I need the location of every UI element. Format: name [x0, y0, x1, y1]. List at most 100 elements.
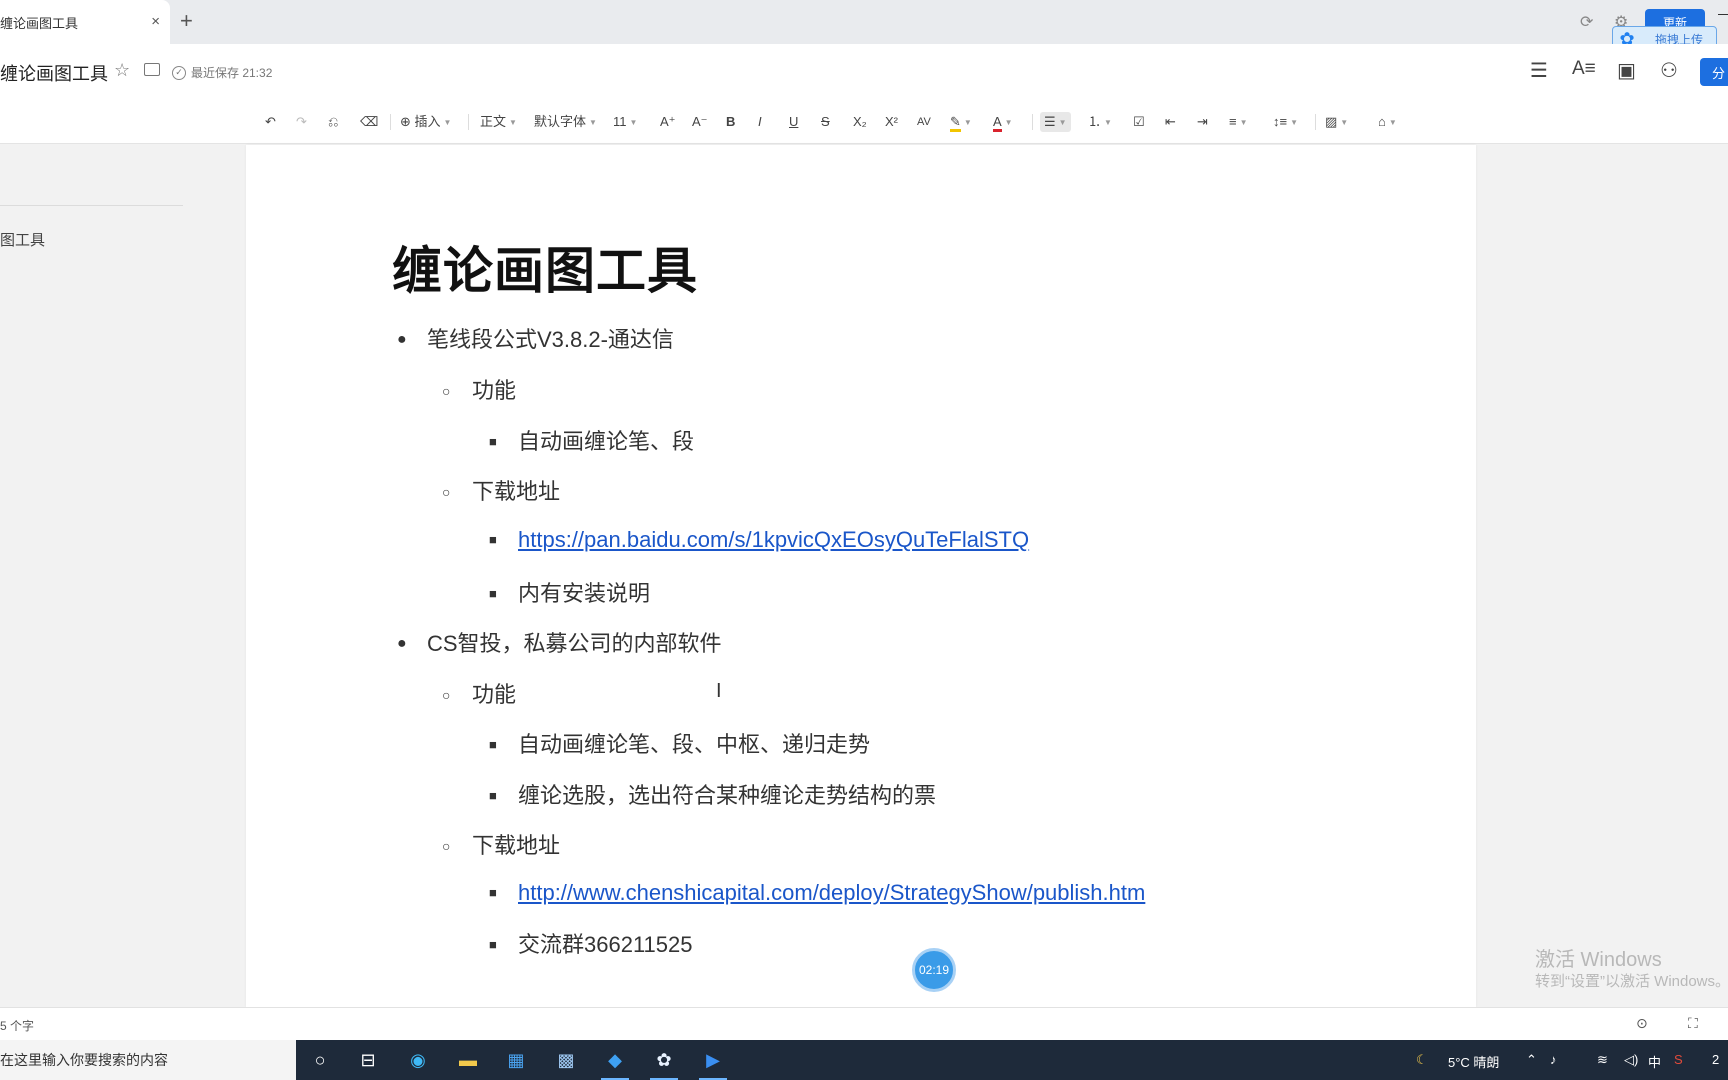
increase-font-icon[interactable]: A⁺	[660, 112, 676, 132]
list-item[interactable]: ■ 自动画缠论笔、段、中枢、递归走势	[489, 730, 871, 760]
subscript-button[interactable]: X₂	[853, 112, 867, 132]
bold-button[interactable]: B	[726, 112, 735, 132]
font-size-select[interactable]: 11 ▼	[613, 112, 637, 132]
list-item[interactable]: ● 笔线段公式V3.8.2-通达信	[397, 325, 674, 355]
list-item[interactable]: ○ 功能	[442, 680, 516, 710]
paragraph-style-label: 正文	[480, 114, 507, 129]
bullet-list-icon[interactable]: ☰ ▼	[1040, 112, 1071, 132]
baidu-netdisk-icon[interactable]: ✿	[650, 1048, 678, 1080]
bullet-hollow-icon: ○	[442, 687, 451, 703]
fullscreen-icon[interactable]: ⛶	[1688, 1015, 1698, 1032]
checklist-icon[interactable]: ☑	[1133, 112, 1145, 132]
list-item[interactable]: ○ 下载地址	[442, 831, 560, 861]
bullet-filled-icon: ●	[397, 331, 407, 348]
word-count: 5 个字	[0, 1019, 35, 1033]
list-item-text: 自动画缠论笔、段、中枢、递归走势	[518, 732, 871, 757]
weather-text[interactable]: 5°C 晴朗	[1448, 1052, 1499, 1071]
numbered-list-icon[interactable]: ⒈ ▼	[1088, 112, 1112, 132]
list-item-text: 功能	[472, 378, 517, 403]
indent-icon[interactable]: ⇥	[1197, 112, 1208, 132]
ime-indicator[interactable]: 中	[1648, 1052, 1661, 1071]
text-cursor-icon: I	[716, 680, 722, 702]
caret-down-icon: ▼	[509, 117, 517, 127]
feishu-app-icon[interactable]: ◆	[601, 1048, 629, 1080]
recording-timer[interactable]: 02:19	[912, 948, 956, 992]
font-color-label: A	[993, 114, 1002, 132]
list-item-text: 自动画缠论笔、段	[518, 429, 695, 454]
list-item-text: 交流群366211525	[518, 932, 693, 957]
edge-browser-icon[interactable]: ◉	[406, 1048, 430, 1072]
italic-button[interactable]: I	[758, 112, 762, 132]
add-collaborator-icon[interactable]: ⚇	[1660, 58, 1678, 83]
character-spacing-icon[interactable]: AV	[917, 112, 931, 132]
font-color-button[interactable]: A ▼	[993, 112, 1013, 132]
document-tab[interactable]: 缠论画图工具 ×	[0, 0, 170, 44]
text-style-icon[interactable]: A≡	[1572, 58, 1596, 80]
list-item[interactable]: ■ 内有安装说明	[489, 579, 650, 609]
outdent-icon[interactable]: ⇤	[1165, 112, 1176, 132]
star-icon[interactable]: ☆	[114, 60, 130, 81]
eraser-icon[interactable]: ⌫	[360, 112, 378, 132]
wifi-icon[interactable]: ≋	[1597, 1052, 1608, 1068]
list-item[interactable]: ■ http://www.chenshicapital.com/deploy/St…	[489, 878, 1145, 908]
redo-icon[interactable]: ↷	[296, 112, 307, 132]
list-item-text: CS智投，私募公司的内部软件	[427, 631, 722, 656]
app-icon[interactable]: ▩	[554, 1048, 578, 1072]
minimize-icon[interactable]	[1718, 14, 1728, 15]
underline-button[interactable]: U	[789, 112, 798, 132]
align-icon[interactable]: ≡ ▼	[1229, 112, 1248, 132]
insert-menu[interactable]: ⊕ 插入 ▼	[400, 112, 451, 132]
list-item[interactable]: ○ 下载地址	[442, 477, 560, 507]
more-insert-icon[interactable]: ⌂ ▼	[1378, 112, 1397, 132]
file-explorer-icon[interactable]: ▬	[456, 1048, 480, 1072]
new-tab-button[interactable]: +	[180, 10, 193, 32]
decrease-font-icon[interactable]: A⁻	[692, 112, 708, 132]
outline-item[interactable]: 图工具	[0, 229, 45, 250]
volume-icon[interactable]: ◁)	[1624, 1052, 1638, 1068]
undo-icon[interactable]: ↶	[265, 112, 276, 132]
moon-icon: ☾	[1416, 1052, 1428, 1067]
strikethrough-button[interactable]: S	[821, 112, 830, 132]
list-item[interactable]: ● CS智投，私募公司的内部软件	[397, 629, 722, 659]
list-item[interactable]: ■ 交流群366211525	[489, 930, 693, 960]
presentation-icon[interactable]: ▣	[1617, 58, 1636, 83]
cortana-icon[interactable]: ○	[308, 1048, 332, 1072]
superscript-button[interactable]: X²	[885, 112, 898, 132]
highlighter-icon: ✎	[950, 114, 961, 132]
clock[interactable]: 2	[1712, 1052, 1719, 1067]
list-item[interactable]: ○ 功能	[442, 376, 517, 406]
sogou-input-icon[interactable]: S	[1674, 1052, 1683, 1067]
tray-expand-icon[interactable]: ⌃	[1526, 1052, 1537, 1068]
share-button[interactable]: 分	[1700, 58, 1728, 86]
store-icon[interactable]: ▦	[504, 1048, 528, 1072]
bullet-square-icon: ■	[489, 788, 497, 803]
document-title[interactable]: 缠论画图工具	[0, 60, 108, 86]
font-family-select[interactable]: 默认字体 ▼	[534, 112, 597, 132]
taskbar-search-input[interactable]: 在这里输入你要搜索的内容	[0, 1040, 296, 1080]
microphone-icon[interactable]: ♪	[1550, 1052, 1557, 1067]
format-painter-icon[interactable]: ⎌	[328, 112, 338, 132]
status-bar: 5 个字 ⊙ ⛶	[0, 1007, 1728, 1040]
download-link[interactable]: https://pan.baidu.com/s/1kpvicQxEOsyQuTe…	[518, 527, 1029, 552]
bullet-hollow-icon: ○	[442, 484, 451, 500]
task-view-icon[interactable]: ⊟	[356, 1048, 380, 1072]
bullet-hollow-icon: ○	[442, 838, 451, 854]
activation-watermark-subtitle: 转到“设置”以激活 Windows。	[1535, 973, 1728, 990]
play-icon[interactable]: ⊙	[1636, 1015, 1648, 1032]
docs-app-icon[interactable]: ▶	[699, 1048, 727, 1080]
folder-move-icon[interactable]	[144, 63, 160, 76]
close-icon[interactable]: ×	[151, 13, 160, 30]
list-item[interactable]: ■ 缠论选股，选出符合某种缠论走势结构的票	[489, 781, 936, 811]
image-icon[interactable]: ▨ ▼	[1325, 112, 1348, 132]
menu-icon[interactable]: ☰	[1530, 58, 1548, 83]
line-spacing-icon[interactable]: ↕≡ ▼	[1273, 112, 1298, 132]
list-item[interactable]: ■ https://pan.baidu.com/s/1kpvicQxEOsyQuT…	[489, 525, 1029, 555]
list-item[interactable]: ■ 自动画缠论笔、段	[489, 427, 695, 457]
caret-down-icon: ▼	[1340, 117, 1349, 127]
highlight-icon[interactable]: ✎ ▼	[950, 112, 972, 132]
download-link[interactable]: http://www.chenshicapital.com/deploy/Str…	[518, 880, 1145, 905]
paragraph-style-select[interactable]: 正文 ▼	[480, 112, 517, 132]
sync-icon[interactable]: ⟳	[1580, 12, 1593, 32]
document-page[interactable]: 缠论画图工具 ● 笔线段公式V3.8.2-通达信 ○ 功能 ■ 自动画缠论笔、段 ○ 下…	[246, 145, 1476, 1007]
document-heading[interactable]: 缠论画图工具	[392, 231, 698, 303]
